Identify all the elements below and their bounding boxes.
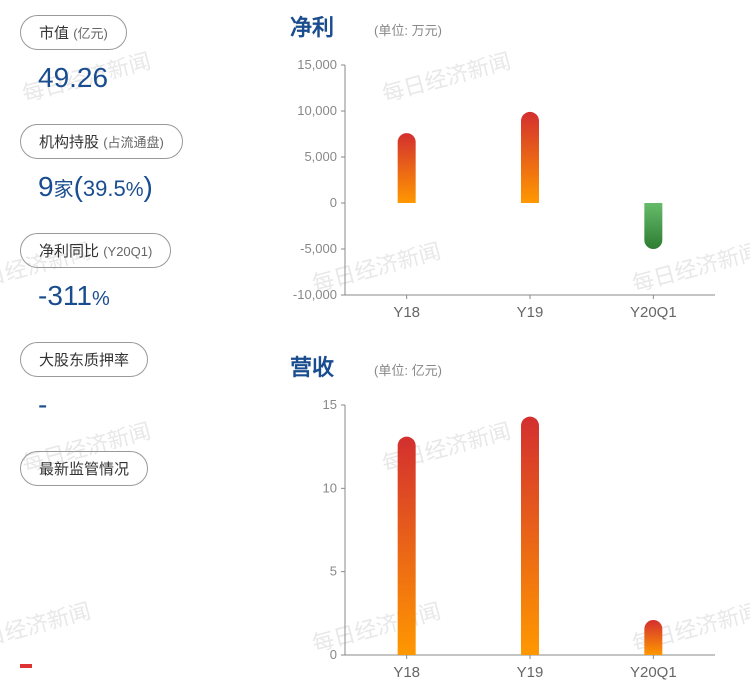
profit-yoy-value: -311% xyxy=(38,280,260,312)
institutions-pill: 机构持股 (占流通盘) xyxy=(20,124,183,159)
profit-yoy-sub: (Y20Q1) xyxy=(103,244,152,259)
pledge-pill: 大股东质押率 xyxy=(20,342,148,377)
institutions-label: 机构持股 xyxy=(39,134,99,151)
market-cap-sub: (亿元) xyxy=(73,26,108,41)
net-profit-chart-block: 净利 (单位: 万元) -10,000 -5,000 0 5,000 10,000 15,… xyxy=(280,10,730,330)
svg-text:10: 10 xyxy=(323,480,337,495)
svg-text:Y20Q1: Y20Q1 xyxy=(630,664,677,681)
profit-yoy-unit: % xyxy=(92,288,110,310)
market-cap-group: 市值 (亿元) 49.26 xyxy=(20,15,260,94)
net-profit-unit: (单位: 万元) xyxy=(374,20,442,39)
net-profit-title: 净利 xyxy=(290,10,334,42)
pledge-group: 大股东质押率 - xyxy=(20,342,260,421)
market-cap-label: 市值 xyxy=(39,25,69,42)
svg-text:10,000: 10,000 xyxy=(297,103,337,118)
institutions-pct-unit: % xyxy=(126,179,144,201)
svg-text:15,000: 15,000 xyxy=(297,57,337,72)
institutions-count: 9 xyxy=(38,171,54,202)
profit-yoy-group: 净利同比 (Y20Q1) -311% xyxy=(20,233,260,312)
svg-text:Y19: Y19 xyxy=(517,304,544,321)
profit-yoy-label: 净利同比 xyxy=(39,243,99,260)
svg-text:0: 0 xyxy=(330,195,337,210)
regulation-pill: 最新监管情况 xyxy=(20,451,148,486)
revenue-chart-block: 营收 (单位: 亿元) 0 5 10 15 Y18 Y19 Y20Q1 xyxy=(280,350,730,690)
revenue-title: 营收 xyxy=(290,350,334,382)
svg-text:-5,000: -5,000 xyxy=(300,241,337,256)
right-panel: 净利 (单位: 万元) -10,000 -5,000 0 5,000 10,000 15,… xyxy=(275,0,750,676)
profit-yoy-num: -311 xyxy=(38,280,92,311)
pledge-label: 大股东质押率 xyxy=(39,352,129,369)
institutions-pct: 39.5 xyxy=(83,176,126,201)
net-profit-chart: -10,000 -5,000 0 5,000 10,000 15,000 Y18 Y19 Y20… xyxy=(280,50,730,330)
institutions-group: 机构持股 (占流通盘) 9家(39.5%) xyxy=(20,124,260,203)
revenue-chart: 0 5 10 15 Y18 Y19 Y20Q1 xyxy=(280,390,730,690)
institutions-sub: (占流通盘) xyxy=(103,135,164,150)
profit-yoy-pill: 净利同比 (Y20Q1) xyxy=(20,233,171,268)
institutions-count-unit: 家 xyxy=(54,179,74,201)
pledge-value: - xyxy=(38,389,260,421)
regulation-group: 最新监管情况 xyxy=(20,451,260,486)
revenue-unit: (单位: 亿元) xyxy=(374,360,442,379)
institutions-value: 9家(39.5%) xyxy=(38,171,260,203)
regulation-label: 最新监管情况 xyxy=(39,461,129,478)
svg-text:-10,000: -10,000 xyxy=(293,287,337,302)
svg-text:0: 0 xyxy=(330,647,337,662)
left-panel: 市值 (亿元) 49.26 机构持股 (占流通盘) 9家(39.5%) 净利同比… xyxy=(0,0,275,676)
svg-text:15: 15 xyxy=(323,397,337,412)
svg-text:Y19: Y19 xyxy=(517,664,544,681)
market-cap-pill: 市值 (亿元) xyxy=(20,15,127,50)
svg-text:Y18: Y18 xyxy=(393,664,420,681)
market-cap-value: 49.26 xyxy=(38,62,260,94)
svg-text:Y20Q1: Y20Q1 xyxy=(630,304,677,321)
svg-text:Y18: Y18 xyxy=(393,304,420,321)
svg-text:5: 5 xyxy=(330,564,337,579)
svg-text:5,000: 5,000 xyxy=(304,149,337,164)
